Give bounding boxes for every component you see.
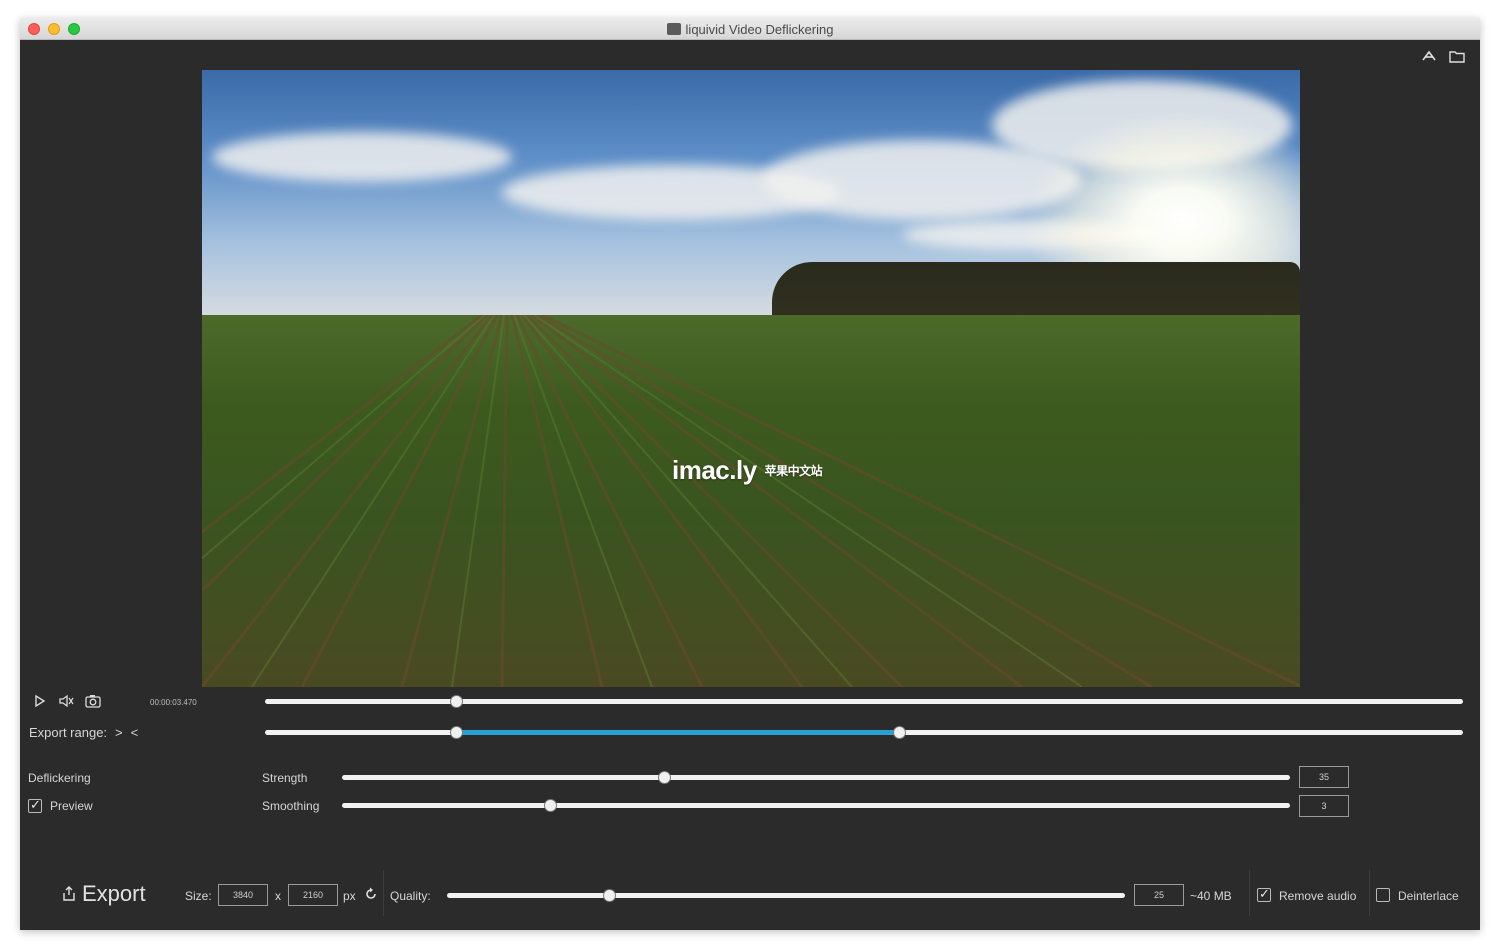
range-start-handle[interactable] <box>450 726 464 739</box>
app-icon <box>666 23 681 35</box>
strength-value-field[interactable]: 35 <box>1299 766 1349 788</box>
estimated-size: ~40 MB <box>1190 889 1232 903</box>
separator <box>1249 870 1250 916</box>
top-toolbar <box>1420 48 1466 64</box>
video-preview[interactable]: imac.ly 苹果中文站 <box>202 70 1300 687</box>
quality-slider-track[interactable] <box>447 893 1125 898</box>
export-range-label-group: Export range: > < <box>29 725 138 740</box>
deinterlace-label: Deinterlace <box>1398 889 1459 903</box>
width-field[interactable]: 3840 <box>218 884 268 906</box>
watermark-text: imac.ly <box>672 455 757 485</box>
px-unit-label: px <box>343 889 356 903</box>
player-controls <box>32 694 102 708</box>
preview-checkbox[interactable] <box>28 797 42 813</box>
quality-value-field[interactable]: 25 <box>1134 884 1184 906</box>
smoothing-label: Smoothing <box>262 799 320 813</box>
strength-slider-handle[interactable] <box>657 771 671 784</box>
export-icon <box>63 886 75 901</box>
size-x-label: x <box>275 889 281 903</box>
strength-slider-track[interactable] <box>342 775 1290 780</box>
range-next-button[interactable]: > <box>115 725 123 740</box>
export-button[interactable]: Export <box>62 881 146 907</box>
camera-icon[interactable] <box>84 694 102 708</box>
app-window: liquivid Video Deflickering imac.ly 苹果中文… <box>20 18 1480 930</box>
height-field[interactable]: 2160 <box>288 884 338 906</box>
folder-icon[interactable] <box>1448 48 1466 64</box>
quality-slider-handle[interactable] <box>603 889 617 902</box>
separator <box>1369 870 1370 916</box>
remove-audio-label: Remove audio <box>1279 889 1357 903</box>
remove-audio-checkbox[interactable] <box>1257 886 1271 902</box>
export-range-label: Export range: <box>29 725 108 740</box>
timecode: 00:00:03.470 <box>150 698 197 707</box>
smoothing-slider-track[interactable] <box>342 803 1290 808</box>
watermark: imac.ly 苹果中文站 <box>672 455 823 486</box>
export-range-selection <box>456 730 900 735</box>
share-icon[interactable] <box>1420 48 1438 64</box>
export-button-label: Export <box>82 881 146 906</box>
range-prev-button[interactable]: < <box>131 725 139 740</box>
separator <box>383 870 384 916</box>
reset-icon[interactable] <box>364 887 378 901</box>
preview-label: Preview <box>50 799 93 813</box>
deflickering-label: Deflickering <box>28 771 91 785</box>
watermark-subtext: 苹果中文站 <box>764 464 823 478</box>
title-bar: liquivid Video Deflickering <box>20 18 1480 40</box>
video-crop-rows <box>202 315 1300 687</box>
play-icon[interactable] <box>32 694 50 708</box>
timeline-track[interactable] <box>265 699 1463 704</box>
video-cloud <box>212 132 512 182</box>
window-title-text: liquivid Video Deflickering <box>685 22 834 37</box>
playhead-handle[interactable] <box>450 695 464 708</box>
quality-label: Quality: <box>390 889 431 903</box>
size-label: Size: <box>185 889 212 903</box>
range-end-handle[interactable] <box>893 726 907 739</box>
smoothing-value-field[interactable]: 3 <box>1299 795 1349 817</box>
strength-label: Strength <box>262 771 308 785</box>
volume-icon[interactable] <box>58 694 76 708</box>
window-title: liquivid Video Deflickering <box>20 22 1480 37</box>
smoothing-slider-handle[interactable] <box>544 799 558 812</box>
deinterlace-checkbox[interactable] <box>1376 888 1390 902</box>
